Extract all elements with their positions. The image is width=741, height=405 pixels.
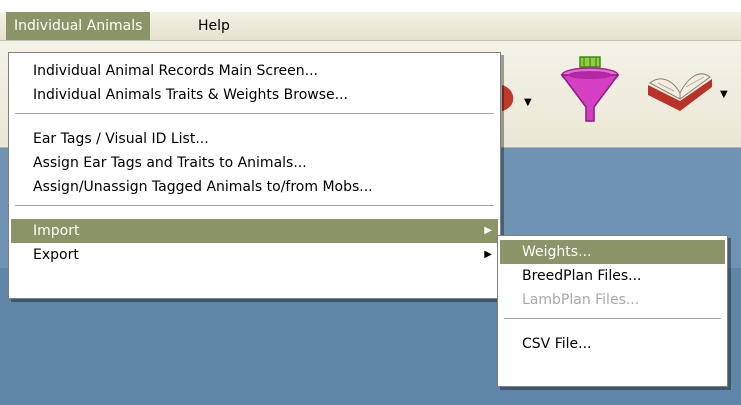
window-top-edge	[0, 0, 741, 12]
submenu-arrow-icon: ▶	[484, 225, 492, 236]
submenu-arrow-icon: ▶	[484, 249, 492, 260]
menu-separator	[15, 113, 494, 115]
import-submenu: Weights... BreedPlan Files... LambPlan F…	[497, 235, 728, 387]
submenu-item-csv-file[interactable]: CSV File...	[500, 332, 725, 356]
menu-help[interactable]: Help	[190, 12, 238, 40]
menu-item-ear-tags-list[interactable]: Ear Tags / Visual ID List...	[11, 127, 498, 151]
menu-item-traits-weights-browse[interactable]: Individual Animals Traits & Weights Brow…	[11, 83, 498, 107]
menu-separator	[504, 318, 721, 320]
menu-individual-animals[interactable]: Individual Animals	[6, 12, 151, 40]
menu-item-export[interactable]: Export ▶	[11, 243, 498, 267]
dropdown-button-icon[interactable]	[502, 83, 520, 113]
chevron-down-icon[interactable]: ▼	[524, 97, 532, 108]
menu-item-assign-ear-tags[interactable]: Assign Ear Tags and Traits to Animals...	[11, 151, 498, 175]
submenu-item-weights[interactable]: Weights...	[500, 240, 725, 264]
open-book-icon[interactable]	[644, 65, 716, 121]
menu-bar: Individual Animals Help	[0, 12, 741, 41]
menu-item-records-main-screen[interactable]: Individual Animal Records Main Screen...	[11, 59, 498, 83]
menu-item-import[interactable]: Import ▶	[11, 219, 498, 243]
chevron-down-icon[interactable]: ▼	[720, 89, 728, 100]
menu-separator	[15, 205, 494, 207]
menu-item-assign-mobs[interactable]: Assign/Unassign Tagged Animals to/from M…	[11, 175, 498, 199]
submenu-item-breedplan[interactable]: BreedPlan Files...	[500, 264, 725, 288]
individual-animals-menu: Individual Animal Records Main Screen...…	[8, 52, 501, 299]
filter-funnel-icon[interactable]	[558, 55, 622, 127]
menu-item-import-label: Import	[33, 223, 80, 239]
submenu-item-lambplan: LambPlan Files...	[522, 292, 640, 308]
menu-item-export-label: Export	[33, 247, 79, 263]
